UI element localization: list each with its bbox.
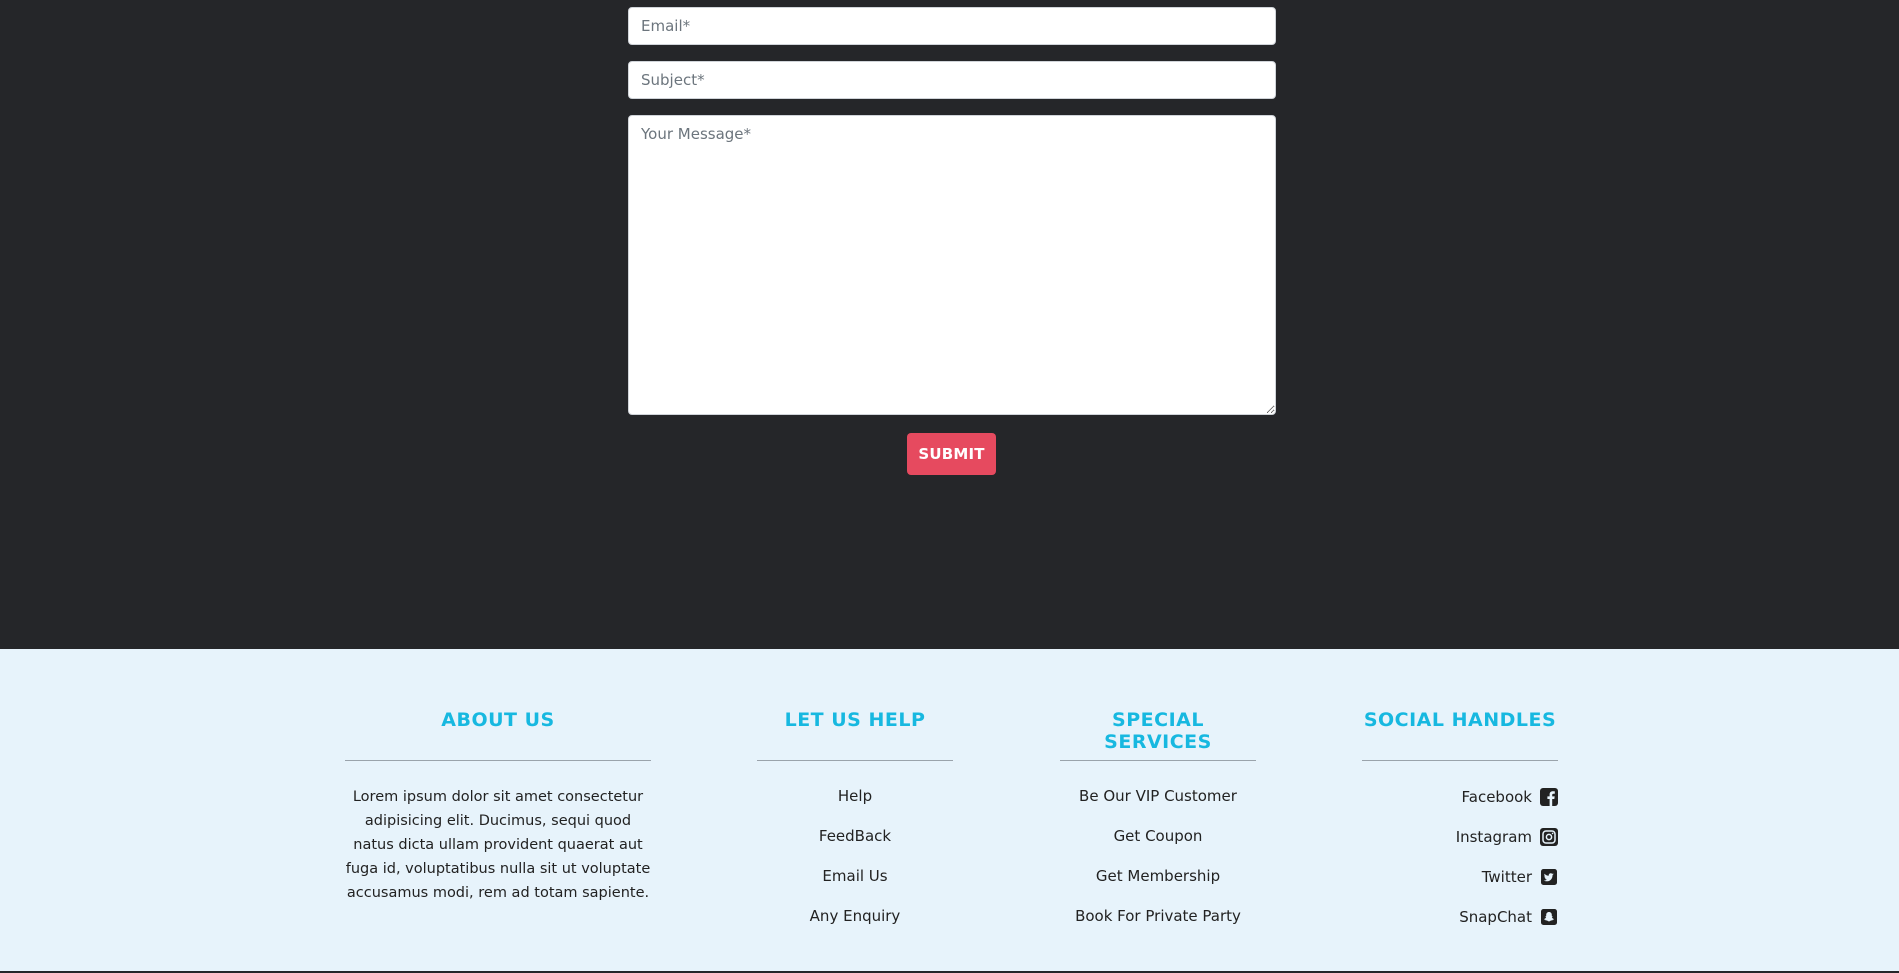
about-divider [345, 760, 651, 761]
twitter-link[interactable]: Twitter [1362, 866, 1558, 888]
help-divider [757, 760, 953, 761]
snapchat-link[interactable]: SnapChat [1362, 906, 1558, 928]
about-heading: ABOUT US [441, 709, 555, 731]
vip-customer-link[interactable]: Be Our VIP Customer [1060, 786, 1256, 806]
special-services-heading: SPECIAL SERVICES [1104, 709, 1212, 753]
subject-input[interactable] [628, 61, 1276, 99]
message-textarea[interactable] [628, 115, 1276, 415]
footer: ABOUT US Lorem ipsum dolor sit amet cons… [0, 649, 1899, 971]
social-handles-divider [1362, 760, 1558, 761]
instagram-link[interactable]: Instagram [1362, 826, 1558, 848]
any-enquiry-link[interactable]: Any Enquiry [757, 906, 953, 926]
special-services-divider [1060, 760, 1256, 761]
instagram-label: Instagram [1455, 828, 1532, 846]
contact-section: SUBMIT [0, 0, 1899, 649]
email-input[interactable] [628, 7, 1276, 45]
facebook-link[interactable]: Facebook [1362, 786, 1558, 808]
help-heading: LET US HELP [784, 709, 926, 731]
help-link[interactable]: Help [757, 786, 953, 806]
get-membership-link[interactable]: Get Membership [1060, 866, 1256, 886]
facebook-label: Facebook [1461, 788, 1532, 806]
private-party-link[interactable]: Book For Private Party [1060, 906, 1256, 926]
snapchat-label: SnapChat [1459, 908, 1532, 926]
submit-button[interactable]: SUBMIT [907, 433, 996, 475]
twitter-square-icon [1541, 869, 1557, 885]
social-handles-heading: SOCIAL HANDLES [1363, 709, 1557, 731]
instagram-icon [1540, 828, 1558, 846]
email-us-link[interactable]: Email Us [757, 866, 953, 886]
twitter-label: Twitter [1481, 868, 1532, 886]
snapchat-square-icon [1541, 909, 1557, 925]
about-text: Lorem ipsum dolor sit amet consectetur a… [345, 789, 651, 901]
get-coupon-link[interactable]: Get Coupon [1060, 826, 1256, 846]
facebook-square-icon [1540, 788, 1558, 806]
feedback-link[interactable]: FeedBack [757, 826, 953, 846]
